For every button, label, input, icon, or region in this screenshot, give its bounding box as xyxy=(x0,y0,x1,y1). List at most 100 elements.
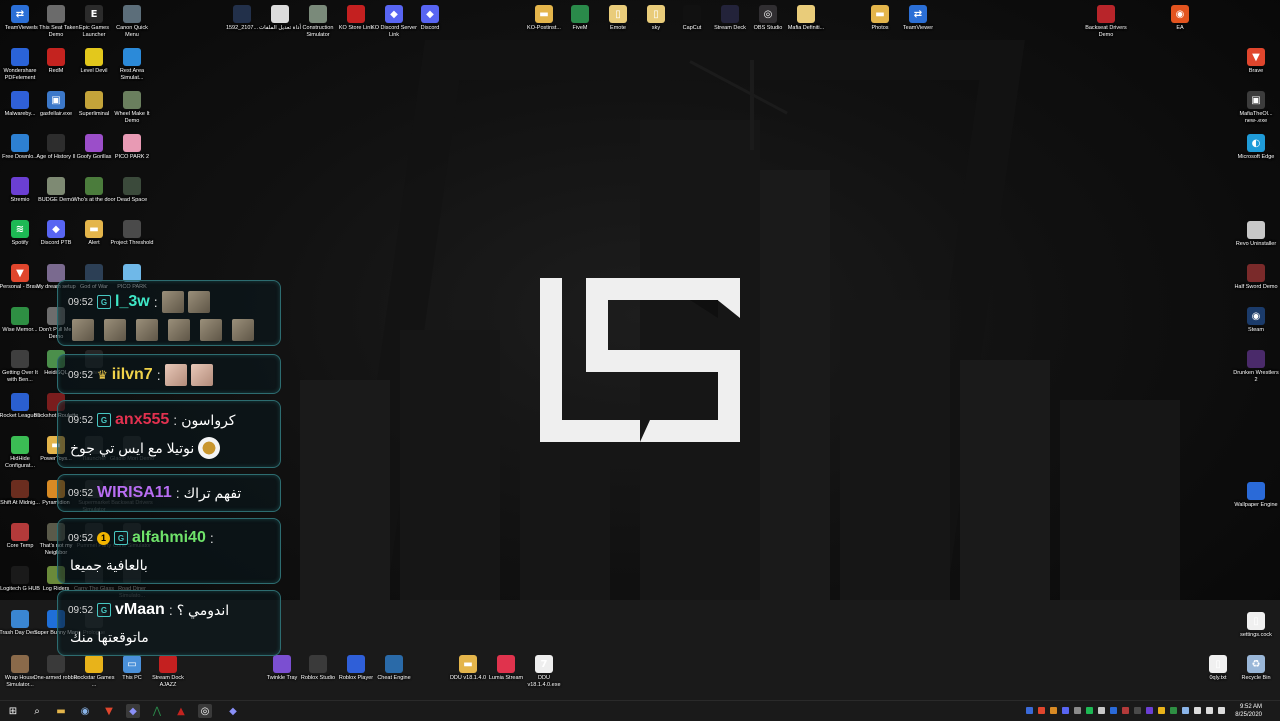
desktop-icon-label: Brave xyxy=(1248,68,1264,74)
brave-icon[interactable]: ▼ xyxy=(102,704,116,718)
desktop-icon[interactable]: ◐ Microsoft Edge xyxy=(1236,134,1276,174)
tray-app-icon[interactable] xyxy=(1086,707,1093,714)
tray-app-icon[interactable] xyxy=(1122,707,1129,714)
desktop-icon[interactable]: RedM xyxy=(36,48,76,88)
chat-text: اندومي ؟ xyxy=(176,601,230,618)
threshold-icon xyxy=(123,220,141,238)
tray-app-icon[interactable] xyxy=(1158,707,1165,714)
desktop-icon[interactable]: Cheat Engine xyxy=(374,655,414,695)
roblox-studio-icon xyxy=(309,655,327,673)
desktop-icon[interactable]: ▯ settings.cock xyxy=(1236,612,1276,652)
obs-icon[interactable]: ◎ xyxy=(198,704,212,718)
tray-app-icon[interactable] xyxy=(1050,707,1057,714)
desktop-icon[interactable]: ◆ Discord xyxy=(410,5,450,45)
desktop-icon[interactable]: One-armed robber xyxy=(33,655,79,695)
redm-icon[interactable]: ▲ xyxy=(174,704,188,718)
volume-icon[interactable] xyxy=(1206,707,1213,714)
exe-icon: ▣ xyxy=(47,91,65,109)
txt-icon: ▯ xyxy=(1209,655,1227,673)
desktop-icon-label: Rest Area Simulat... xyxy=(119,68,145,81)
file-explorer-icon[interactable]: ▬ xyxy=(54,704,68,718)
desktop-icon[interactable]: Is This Seat Taken Demo xyxy=(33,5,79,45)
desktop-icon[interactable]: أداة تعديل الملفات xyxy=(259,5,301,45)
tray-app-icon[interactable] xyxy=(1170,707,1177,714)
desktop-icon[interactable]: ▼ Brave xyxy=(1236,48,1276,88)
desktop-icon[interactable]: Stream Deck xyxy=(710,5,750,45)
desktop-icon[interactable]: Revo Uninstaller xyxy=(1236,221,1276,261)
tray-app-icon[interactable] xyxy=(1182,707,1189,714)
desktop-icon[interactable]: Who's at the door xyxy=(73,177,115,217)
desktop-icon[interactable]: ▯ Emote xyxy=(598,5,638,45)
desktop-icon[interactable]: ♻ Recycle Bin xyxy=(1236,655,1276,695)
desktop-icon[interactable]: Half Sword Demo xyxy=(1234,264,1278,304)
desktop-icon[interactable]: ▬ Photos xyxy=(860,5,900,45)
clock-time: 9:52 AM xyxy=(1239,704,1262,710)
desktop-icon[interactable]: ▬ DDU v18.1.4.0 xyxy=(448,655,488,695)
desktop-icon[interactable]: 1592_2107... xyxy=(222,5,262,45)
discord-ptb-icon[interactable]: ◆ xyxy=(226,704,240,718)
steam-icon[interactable]: ◉ xyxy=(78,704,92,718)
taskbar-clock[interactable]: 9:52 AM 8/25/2020 xyxy=(1235,703,1262,719)
desktop-icon[interactable]: ▯ 0qly.txt xyxy=(1198,655,1238,695)
tray-app-icon[interactable] xyxy=(1098,707,1105,714)
discord-icon[interactable]: ◆ xyxy=(126,704,140,718)
desktop-icon[interactable]: ⇄ TeamViewer xyxy=(898,5,938,45)
tray-app-icon[interactable] xyxy=(1074,707,1081,714)
pdf-icon xyxy=(11,48,29,66)
tray-app-icon[interactable] xyxy=(1146,707,1153,714)
desktop-icon[interactable]: Mafia Definiti... xyxy=(786,5,826,45)
desktop-icon[interactable]: Construction Simulator xyxy=(298,5,338,45)
chat-message: 09:52 1 G alfahmi40 : بالعافية جميعا xyxy=(57,518,281,584)
desktop-icon[interactable]: Stream Dock AJAZZ xyxy=(148,655,188,695)
desktop-icon[interactable]: PICO PARK 2 xyxy=(112,134,152,174)
wrap-house-icon xyxy=(11,655,29,673)
desktop-icon[interactable]: ▣ MafiaTheOl... new-.exe xyxy=(1236,91,1276,131)
desktop-icon[interactable]: Lumia Stream xyxy=(486,655,526,695)
desktop-icon[interactable]: Age of History II xyxy=(36,134,76,174)
fivem-icon[interactable]: ⋀ xyxy=(150,704,164,718)
desktop-icon[interactable]: Rest Area Simulat... xyxy=(112,48,152,88)
tray-app-icon[interactable] xyxy=(1062,707,1069,714)
revo-icon xyxy=(1247,221,1265,239)
wifi-icon[interactable] xyxy=(1194,707,1201,714)
search-icon[interactable]: ⌕ xyxy=(30,704,44,718)
desktop-icon[interactable]: Project Threshold xyxy=(110,220,154,260)
tray-app-icon[interactable] xyxy=(1110,707,1117,714)
hidhide-icon xyxy=(11,436,29,454)
desktop-icon[interactable]: ◉ EA xyxy=(1160,5,1200,45)
tray-app-icon[interactable] xyxy=(1038,707,1045,714)
desktop-icon[interactable]: BUDGE Demo xyxy=(36,177,76,217)
desktop-icon[interactable]: Canon Quick Menu xyxy=(112,5,152,45)
desktop-icon[interactable]: CapCut xyxy=(672,5,712,45)
door-icon xyxy=(85,177,103,195)
desktop-icon[interactable]: Superliminal xyxy=(74,91,114,131)
desktop-icon[interactable]: Roblox Studio xyxy=(298,655,338,695)
desktop-icon[interactable]: Drunken Wrestlers 2 xyxy=(1233,350,1279,390)
desktop-icon[interactable]: Rockstar Games ... xyxy=(74,655,114,695)
desktop-icon[interactable]: KO Store Link xyxy=(336,5,376,45)
desktop-icon[interactable]: Wheel Make It Demo xyxy=(112,91,152,131)
chat-colon: : xyxy=(209,530,214,546)
desktop-icon[interactable]: ▬ Alert xyxy=(74,220,114,260)
windows-start-icon[interactable]: ⊞ xyxy=(6,704,20,718)
coretemp-icon xyxy=(11,523,29,541)
epic-icon: E xyxy=(85,5,103,23)
desktop-icon[interactable]: Goofy Gorillas xyxy=(74,134,114,174)
desktop-icon[interactable]: Wallpaper Engine xyxy=(1234,482,1278,522)
desktop-icon[interactable]: 7 DDU v18.1.4.0.exe xyxy=(524,655,564,695)
desktop-icon[interactable]: ◆ Discord PTB xyxy=(36,220,76,260)
desktop-icon[interactable]: ◉ Steam xyxy=(1236,307,1276,347)
desktop-icon[interactable]: FiveM xyxy=(560,5,600,45)
battery-icon[interactable] xyxy=(1218,707,1225,714)
desktop-icon[interactable]: Dead Space xyxy=(112,177,152,217)
desktop-icon[interactable]: ◎ OBS Studio xyxy=(748,5,788,45)
desktop-icon[interactable]: ▣ gasfellair.exe xyxy=(36,91,76,131)
image-icon xyxy=(233,5,251,23)
tray-app-icon[interactable] xyxy=(1026,707,1033,714)
tray-app-icon[interactable] xyxy=(1134,707,1141,714)
desktop-icon[interactable]: Roblox Player xyxy=(336,655,376,695)
desktop-icon[interactable]: E Epic Games Launcher xyxy=(74,5,114,45)
desktop-icon-label: Half Sword Demo xyxy=(1234,284,1278,290)
desktop-icon[interactable]: Level Devil xyxy=(74,48,114,88)
desktop-icon[interactable]: Backseat Drivers Demo xyxy=(1085,5,1127,45)
